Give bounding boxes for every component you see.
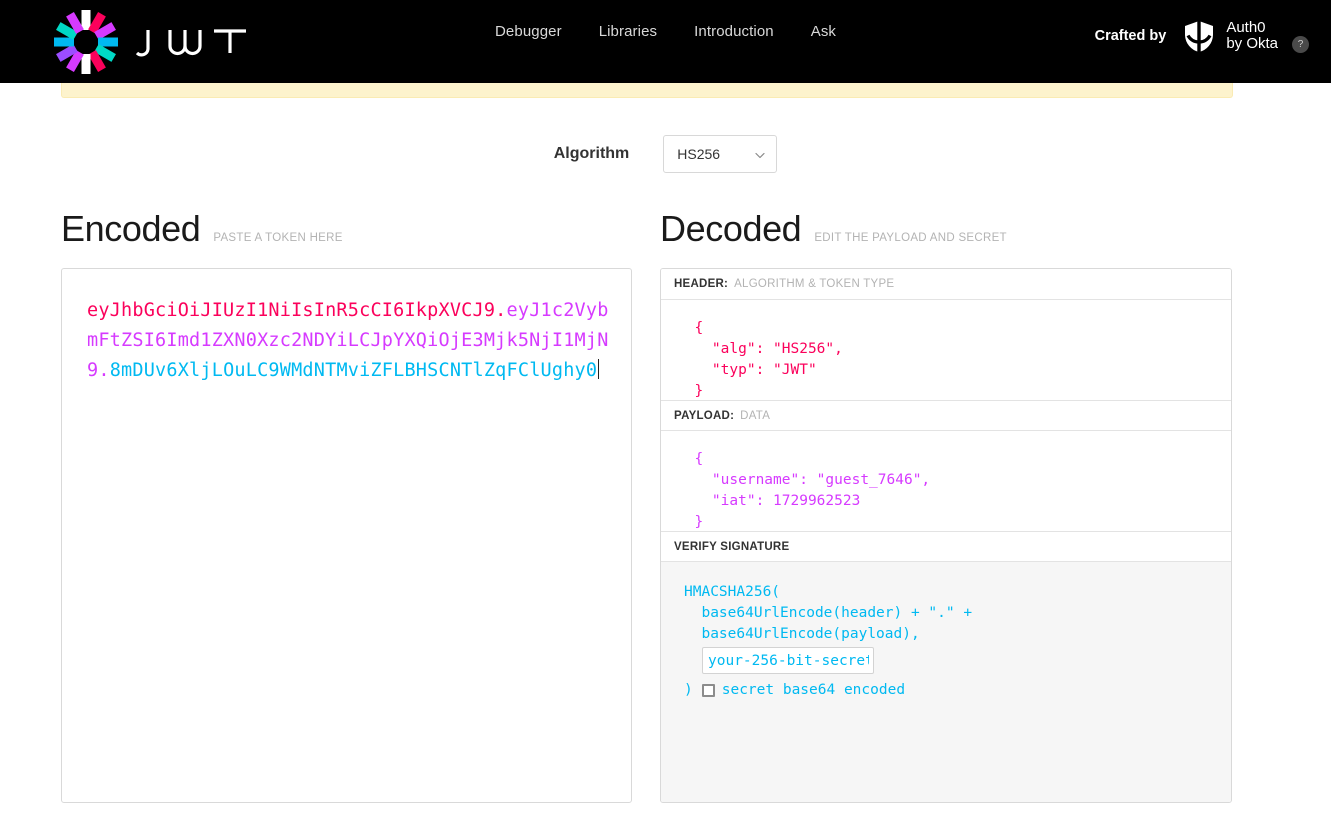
header-json-editor[interactable]: { "alg": "HS256", "typ": "JWT" }: [661, 300, 1231, 400]
header-section-title-bar: HEADER: ALGORITHM & TOKEN TYPE: [661, 269, 1231, 300]
auth0-byline: by Okta: [1226, 34, 1278, 52]
encoded-heading: Encoded PASTE A TOKEN HERE: [61, 208, 343, 250]
algorithm-row: Algorithm HS256: [0, 135, 1331, 173]
signature-closing-row: ) secret base64 encoded: [684, 680, 1215, 701]
auth0-shield-icon: [1182, 19, 1216, 53]
decoded-heading: Decoded EDIT THE PAYLOAD AND SECRET: [660, 208, 1007, 250]
algorithm-selected-value: HS256: [677, 146, 721, 162]
algorithm-select[interactable]: HS256: [663, 135, 778, 173]
site-header: Debugger Libraries Introduction Ask Craf…: [0, 0, 1331, 83]
notice-banner: [61, 83, 1233, 98]
payload-section-sublabel: DATA: [740, 409, 771, 422]
brand-logo-link[interactable]: [50, 8, 256, 76]
main-navigation: Debugger Libraries Introduction Ask: [495, 23, 836, 40]
signature-section-label: VERIFY SIGNATURE: [674, 540, 790, 553]
text-cursor: [598, 359, 600, 379]
auth0-brand-text: Auth0 by Okta: [1226, 18, 1278, 52]
nav-link-debugger[interactable]: Debugger: [495, 23, 562, 40]
algorithm-label: Algorithm: [553, 145, 630, 162]
crafted-by-label: Crafted by: [1094, 27, 1167, 44]
payload-section-label: PAYLOAD:: [674, 409, 735, 422]
chevron-down-icon: [754, 148, 766, 160]
token-signature-segment: 8mDUv6XljLOuLC9WMdNTMviZFLBHSCNTlZqFClUg…: [109, 360, 598, 381]
token-separator-2: .: [98, 360, 110, 381]
base64-encoded-checkbox[interactable]: [701, 684, 715, 697]
encoded-title: Encoded: [61, 208, 201, 249]
jwt-burst-logo-icon: [50, 8, 122, 76]
token-header-segment: eyJhbGciOiJIUzI1NiIsInR5cCI6IkpXVCJ9: [87, 300, 496, 321]
help-badge-icon[interactable]: ?: [1292, 36, 1309, 53]
signature-line-3: base64UrlEncode(payload),: [684, 626, 920, 642]
token-separator-1: .: [495, 300, 507, 321]
signature-closing-paren: ): [684, 682, 693, 698]
decoded-panel: HEADER: ALGORITHM & TOKEN TYPE { "alg": …: [660, 268, 1232, 803]
encoded-token-text: eyJhbGciOiJIUzI1NiIsInR5cCI6IkpXVCJ9.eyJ…: [87, 296, 609, 386]
crafted-by-block: Crafted by Auth0 by Okta ?: [1095, 18, 1309, 53]
signature-line-2: base64UrlEncode(header) + "." +: [684, 605, 973, 621]
header-section-label: HEADER:: [674, 278, 729, 290]
signature-verification-area: HMACSHA256( base64UrlEncode(header) + ".…: [661, 562, 1231, 802]
decoded-subtitle: EDIT THE PAYLOAD AND SECRET: [814, 232, 1007, 244]
encoded-token-input[interactable]: eyJhbGciOiJIUzI1NiIsInR5cCI6IkpXVCJ9.eyJ…: [61, 268, 632, 803]
nav-link-introduction[interactable]: Introduction: [694, 23, 774, 40]
decoded-title: Decoded: [660, 208, 802, 249]
encoded-subtitle: PASTE A TOKEN HERE: [213, 232, 343, 244]
nav-link-libraries[interactable]: Libraries: [599, 23, 657, 40]
signature-line-1: HMACSHA256(: [684, 584, 781, 600]
header-section-sublabel: ALGORITHM & TOKEN TYPE: [734, 278, 895, 290]
payload-section-title-bar: PAYLOAD: DATA: [661, 400, 1231, 431]
payload-json-editor[interactable]: { "username": "guest_7646", "iat": 17299…: [661, 431, 1231, 531]
nav-link-ask[interactable]: Ask: [811, 23, 836, 40]
signature-section-title-bar: VERIFY SIGNATURE: [661, 531, 1231, 562]
auth0-name: Auth0: [1226, 18, 1266, 36]
base64-encoded-label: secret base64 encoded: [721, 682, 906, 698]
secret-input[interactable]: [702, 647, 874, 674]
jwt-wordmark-icon: [136, 22, 256, 62]
